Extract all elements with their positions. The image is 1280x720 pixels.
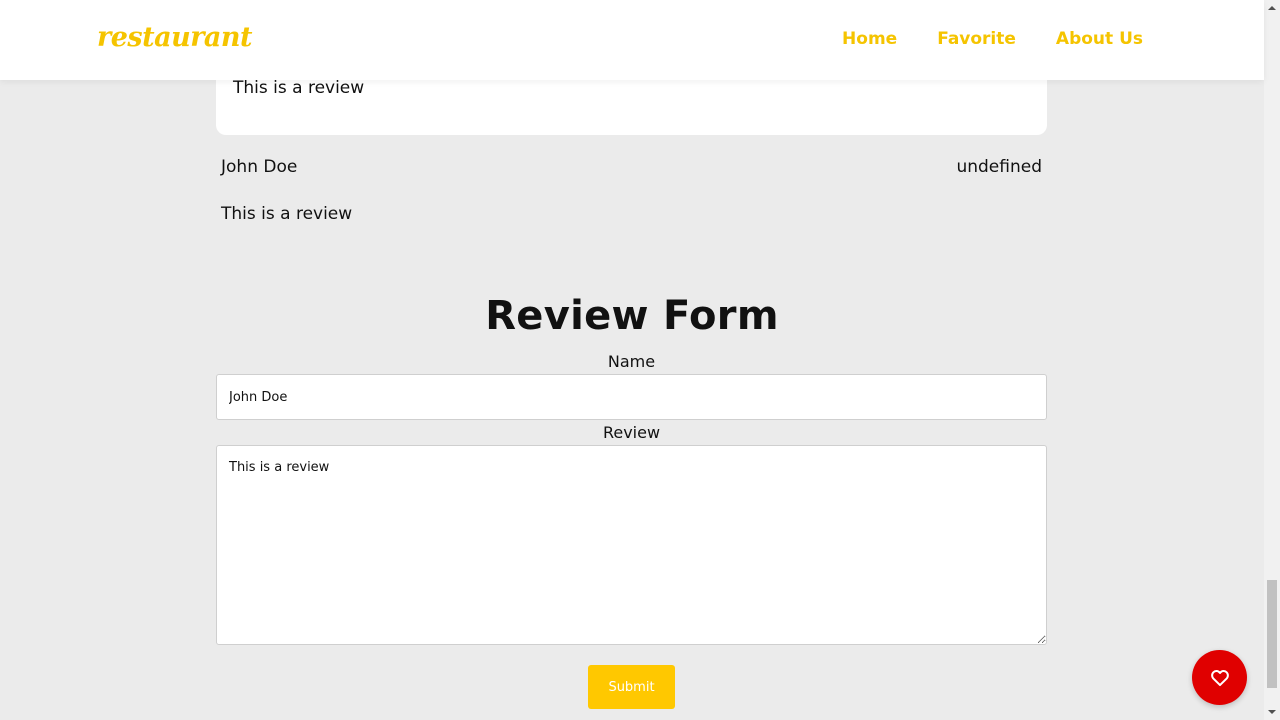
scroll-down-arrow-icon[interactable]: [1264, 704, 1280, 720]
nav-link-favorite[interactable]: Favorite: [937, 29, 1016, 49]
nav-link-about-us[interactable]: About Us: [1056, 29, 1143, 49]
nav-links: Home Favorite About Us: [842, 29, 1143, 49]
scroll-up-arrow-icon[interactable]: [1264, 0, 1280, 16]
navbar: restaurant Home Favorite About Us: [0, 0, 1264, 80]
heart-icon: [1210, 668, 1230, 688]
page-scrollbar[interactable]: [1264, 0, 1280, 720]
review-text: This is a review: [221, 204, 353, 224]
restaurant-logo[interactable]: restaurant: [97, 22, 253, 53]
scrollbar-thumb[interactable]: [1267, 580, 1277, 688]
review-header: John Doe undefined: [221, 157, 1042, 177]
review-form-title: Review Form: [485, 293, 779, 339]
reviewer-name: John Doe: [221, 157, 298, 177]
submit-button[interactable]: Submit: [588, 665, 675, 709]
favorite-fab-button[interactable]: [1192, 650, 1247, 705]
review-text: This is a review: [233, 78, 365, 98]
review-label: Review: [602, 423, 661, 442]
name-input[interactable]: [216, 374, 1047, 420]
review-textarea[interactable]: This is a review: [216, 445, 1047, 645]
review-date: undefined: [956, 157, 1042, 177]
name-label: Name: [607, 352, 656, 371]
nav-link-home[interactable]: Home: [842, 29, 897, 49]
